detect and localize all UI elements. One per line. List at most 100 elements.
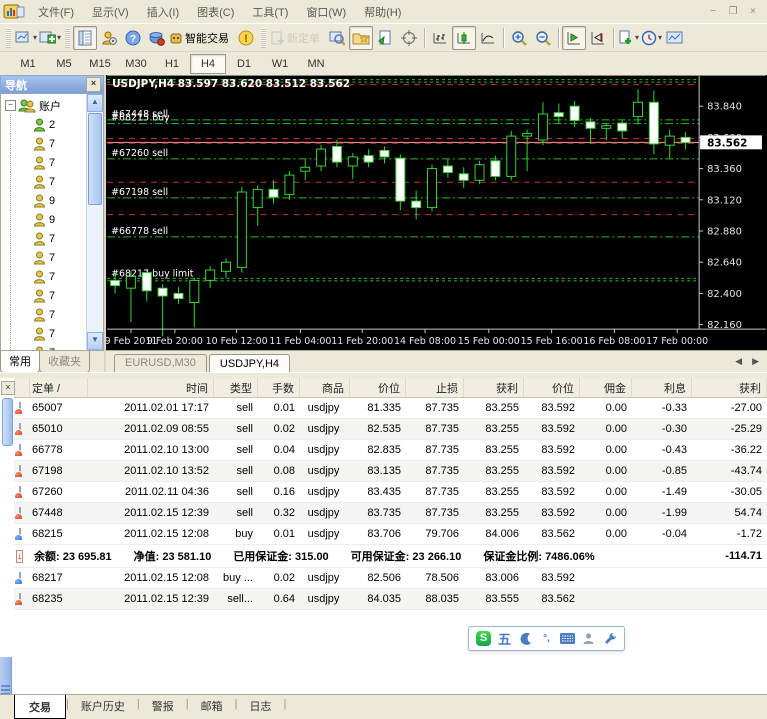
menu-f[interactable]: 文件(F) bbox=[29, 1, 83, 23]
timeframe-m5[interactable]: M5 bbox=[46, 54, 82, 74]
navigator-tab-common[interactable]: 常用 bbox=[0, 351, 40, 373]
navigator-account-item[interactable]: 7 bbox=[5, 343, 86, 350]
column-header[interactable]: 价位 bbox=[524, 378, 580, 397]
column-header[interactable]: 获利 bbox=[464, 378, 524, 397]
market-watch-button[interactable] bbox=[73, 26, 97, 50]
punctuation-icon[interactable]: °, bbox=[539, 631, 554, 646]
expert-advisors-button[interactable]: 智能交易 bbox=[169, 26, 234, 50]
terminal-drag-handle[interactable] bbox=[2, 398, 13, 446]
periods-button[interactable]: ▾ bbox=[640, 26, 663, 50]
order-row[interactable]: 682352011.02.15 12:39sell...0.64usdjpy84… bbox=[14, 589, 767, 610]
restore-button[interactable]: ❐ bbox=[725, 5, 741, 19]
scroll-up-icon[interactable]: ▲ bbox=[87, 94, 103, 112]
navigator-account-item[interactable]: 9 bbox=[5, 210, 86, 229]
column-header[interactable]: 价位 bbox=[350, 378, 406, 397]
data-window-button[interactable]: ? bbox=[121, 26, 145, 50]
terminal-tab-4[interactable]: 日志 bbox=[237, 695, 283, 717]
order-row[interactable]: 674482011.02.15 12:39sell0.32usdjpy83.73… bbox=[14, 503, 767, 524]
navigator-button[interactable] bbox=[97, 26, 121, 50]
chart-tab-eurusd[interactable]: EURUSD,M30 bbox=[114, 354, 207, 372]
navigator-account-item[interactable]: 7 bbox=[5, 229, 86, 248]
strategy-tester-button[interactable] bbox=[325, 26, 349, 50]
favorites-button[interactable] bbox=[349, 26, 373, 50]
timeframe-m30[interactable]: M30 bbox=[118, 54, 154, 74]
column-header[interactable]: 佣金 bbox=[580, 378, 632, 397]
order-row[interactable]: 650072011.02.01 17:17sell0.01usdjpy81.33… bbox=[14, 398, 767, 419]
menu-w[interactable]: 窗口(W) bbox=[297, 1, 355, 23]
order-row[interactable]: 667782011.02.10 13:00sell0.04usdjpy82.83… bbox=[14, 440, 767, 461]
column-header[interactable]: 利息 bbox=[632, 378, 692, 397]
menu-c[interactable]: 图表(C) bbox=[188, 1, 243, 23]
navigator-close-icon[interactable]: × bbox=[86, 77, 101, 92]
menu-t[interactable]: 工具(T) bbox=[243, 1, 297, 23]
templates-button[interactable] bbox=[663, 26, 687, 50]
moon-mode-icon[interactable] bbox=[518, 631, 533, 646]
navigator-root-accounts[interactable]: −账户 bbox=[5, 96, 86, 115]
soft-keyboard-icon[interactable] bbox=[560, 631, 575, 646]
price-chart[interactable]: #67448 sell#68215 buy#67260 sell#67198 s… bbox=[106, 75, 767, 350]
order-row[interactable]: 671982011.02.10 13:52sell0.08usdjpy83.13… bbox=[14, 461, 767, 482]
chart-shift-button[interactable] bbox=[586, 26, 610, 50]
navigator-account-item[interactable]: 7 bbox=[5, 305, 86, 324]
line-chart-button[interactable] bbox=[476, 26, 500, 50]
navigator-scrollbar[interactable]: ▲ ▼ bbox=[86, 94, 103, 350]
ea-status-icon[interactable]: ! bbox=[234, 26, 258, 50]
new-chart-button[interactable]: ▾ bbox=[14, 26, 38, 50]
terminal-button[interactable] bbox=[145, 26, 169, 50]
sogou-logo-icon[interactable]: S bbox=[476, 631, 491, 646]
navigator-account-item[interactable]: 7 bbox=[5, 153, 86, 172]
new-order-button[interactable]: 新定单 bbox=[269, 26, 325, 50]
user-icon[interactable] bbox=[581, 631, 596, 646]
menu-i[interactable]: 插入(I) bbox=[138, 1, 188, 23]
scrollbar-thumb[interactable] bbox=[88, 113, 102, 205]
column-header[interactable]: 手数 bbox=[258, 378, 300, 397]
timeframe-d1[interactable]: D1 bbox=[226, 54, 262, 74]
order-row[interactable]: 672602011.02.11 04:36sell0.16usdjpy83.43… bbox=[14, 482, 767, 503]
column-header[interactable]: 止损 bbox=[406, 378, 464, 397]
terminal-tab-2[interactable]: 警报 bbox=[140, 695, 186, 717]
column-header[interactable]: 类型 bbox=[214, 378, 258, 397]
navigator-account-item[interactable]: 7 bbox=[5, 267, 86, 286]
zoom-in-button[interactable] bbox=[507, 26, 531, 50]
timeframe-mn[interactable]: MN bbox=[298, 54, 334, 74]
column-header[interactable]: 获利 bbox=[692, 378, 767, 397]
collapse-icon[interactable]: − bbox=[5, 100, 16, 111]
toolbar-grip[interactable] bbox=[261, 28, 266, 48]
navigator-account-item[interactable]: 7 bbox=[5, 134, 86, 153]
scroll-down-icon[interactable]: ▼ bbox=[87, 332, 103, 350]
zoom-out-button[interactable] bbox=[531, 26, 555, 50]
timeframe-h1[interactable]: H1 bbox=[154, 54, 190, 74]
crosshair-button[interactable] bbox=[397, 26, 421, 50]
wubi-mode-icon[interactable]: 五 bbox=[497, 631, 512, 646]
auto-scroll-button[interactable] bbox=[562, 26, 586, 50]
settings-wrench-icon[interactable] bbox=[602, 631, 617, 646]
close-button[interactable]: × bbox=[745, 5, 761, 19]
menu-h[interactable]: 帮助(H) bbox=[355, 1, 410, 23]
navigator-account-item[interactable]: 7 bbox=[5, 172, 86, 191]
navigator-account-item[interactable]: 7 bbox=[5, 286, 86, 305]
candlestick-button[interactable] bbox=[452, 26, 476, 50]
order-row[interactable]: 682152011.02.15 12:08buy0.01usdjpy83.706… bbox=[14, 524, 767, 545]
terminal-tab-3[interactable]: 邮箱 bbox=[189, 695, 235, 717]
navigator-account-item[interactable]: 7 bbox=[5, 324, 86, 343]
navigator-tab-favorites[interactable]: 收藏夹 bbox=[39, 351, 90, 373]
order-row[interactable]: 682172011.02.15 12:08buy ...0.02usdjpy82… bbox=[14, 568, 767, 589]
navigator-account-item[interactable]: 9 bbox=[5, 191, 86, 210]
metaeditor-button[interactable] bbox=[373, 26, 397, 50]
tab-scroll-right-icon[interactable]: ▶ bbox=[752, 356, 759, 367]
column-header[interactable]: 时间 bbox=[88, 378, 214, 397]
timeframe-m1[interactable]: M1 bbox=[10, 54, 46, 74]
order-row[interactable]: 650102011.02.09 08:55sell0.02usdjpy82.53… bbox=[14, 419, 767, 440]
menu-v[interactable]: 显示(V) bbox=[83, 1, 138, 23]
toolbar-grip[interactable] bbox=[65, 28, 70, 48]
terminal-tab-0[interactable]: 交易 bbox=[14, 695, 66, 719]
column-header[interactable]: 商品 bbox=[300, 378, 350, 397]
column-header[interactable]: 定单 / bbox=[30, 378, 88, 397]
terminal-close-icon[interactable]: × bbox=[1, 381, 15, 395]
bar-chart-button[interactable] bbox=[428, 26, 452, 50]
navigator-header[interactable]: 导航 × bbox=[0, 75, 104, 94]
timeframe-h4[interactable]: H4 bbox=[190, 54, 226, 74]
tab-scroll-left-icon[interactable]: ◀ bbox=[735, 356, 742, 367]
navigator-account-item[interactable]: 7 bbox=[5, 248, 86, 267]
timeframe-w1[interactable]: W1 bbox=[262, 54, 298, 74]
